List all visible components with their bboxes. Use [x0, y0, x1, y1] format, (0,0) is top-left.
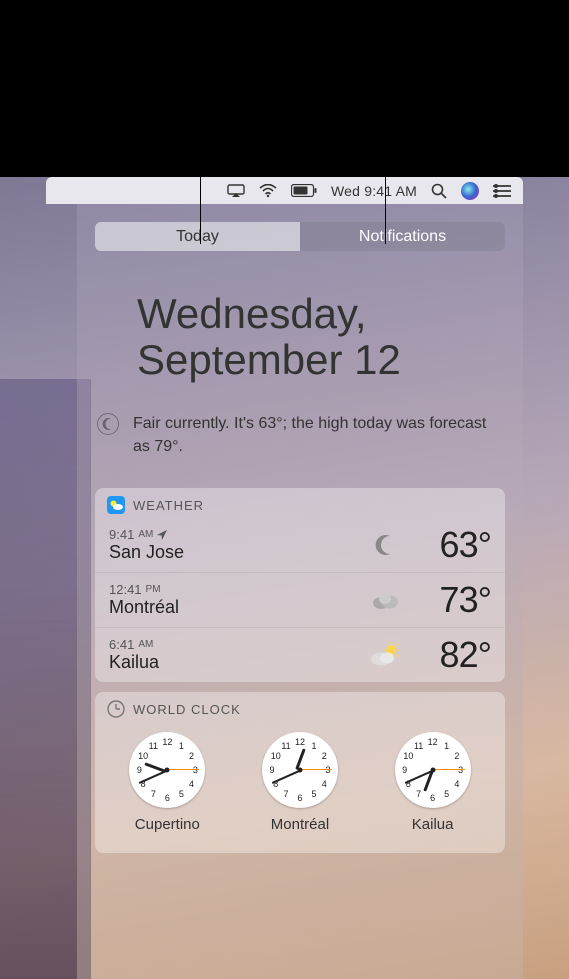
weather-condition-icon	[365, 642, 405, 668]
weather-temp: 82°	[405, 634, 491, 676]
clock-face: 123456789101112	[262, 732, 338, 808]
weather-row[interactable]: 9:41 AM San Jose 63°	[95, 518, 505, 572]
tab-today[interactable]: Today	[95, 222, 300, 251]
weather-title: WEATHER	[133, 498, 204, 513]
tab-notifications[interactable]: Notifications	[300, 222, 505, 251]
weather-widget-header: WEATHER	[95, 488, 505, 518]
world-clock-item[interactable]: 123456789101112 Kailua	[395, 732, 471, 833]
notification-center-panel: Today Notifications Wednesday, September…	[77, 204, 523, 979]
segmented-control: Today Notifications	[95, 222, 505, 251]
world-clock-city: Cupertino	[135, 816, 200, 833]
clock-app-icon	[107, 700, 125, 718]
summary-row: Fair currently. It's 63°; the high today…	[95, 413, 505, 488]
siri-icon[interactable]	[461, 182, 479, 200]
spotlight-icon[interactable]	[431, 183, 447, 199]
clock-face: 123456789101112	[395, 732, 471, 808]
weather-temp: 73°	[405, 579, 491, 621]
world-clock-header: WORLD CLOCK	[95, 692, 505, 722]
weather-condition-icon	[365, 532, 405, 558]
today-date: Wednesday, September 12	[137, 291, 497, 383]
weather-app-icon	[107, 496, 125, 514]
menubar-clock[interactable]: Wed 9:41 AM	[331, 183, 417, 199]
date-line2: September 12	[137, 337, 497, 383]
weather-time: 9:41 AM	[109, 527, 365, 542]
world-clock-title: WORLD CLOCK	[133, 702, 241, 717]
weather-city: San Jose	[109, 542, 365, 563]
tab-notifications-label: Notifications	[359, 228, 446, 246]
clock-face: 123456789101112	[129, 732, 205, 808]
menubar: Wed 9:41 AM	[46, 177, 523, 204]
weather-condition-icon	[365, 589, 405, 611]
world-clock-item[interactable]: 123456789101112 Cupertino	[129, 732, 205, 833]
weather-time: 12:41 PM	[109, 582, 365, 597]
weather-city: Kailua	[109, 652, 365, 673]
callout-line-notifications	[385, 144, 386, 244]
world-clock-widget: WORLD CLOCK 123456789101112Cupertino1234…	[95, 692, 505, 853]
battery-icon[interactable]	[291, 184, 317, 197]
wifi-icon[interactable]	[259, 184, 277, 198]
location-arrow-icon	[157, 527, 167, 542]
weather-temp: 63°	[405, 524, 491, 566]
weather-time: 6:41 AM	[109, 637, 365, 652]
weather-row[interactable]: 12:41 PM Montréal 73°	[95, 572, 505, 627]
airplay-icon[interactable]	[227, 184, 245, 198]
world-clock-item[interactable]: 123456789101112 Montréal	[262, 732, 338, 833]
notification-center-icon[interactable]	[493, 184, 511, 198]
moon-icon	[97, 413, 119, 435]
world-clock-city: Kailua	[412, 816, 454, 833]
summary-text: Fair currently. It's 63°; the high today…	[133, 413, 495, 458]
weather-row[interactable]: 6:41 AM Kailua 82°	[95, 627, 505, 682]
weather-city: Montréal	[109, 597, 365, 618]
date-line1: Wednesday,	[137, 291, 497, 337]
tab-today-label: Today	[176, 228, 219, 246]
callout-line-today	[200, 48, 201, 244]
world-clock-city: Montréal	[271, 816, 329, 833]
weather-widget: WEATHER 9:41 AM San Jose 63° 12:41 PM Mont…	[95, 488, 505, 682]
